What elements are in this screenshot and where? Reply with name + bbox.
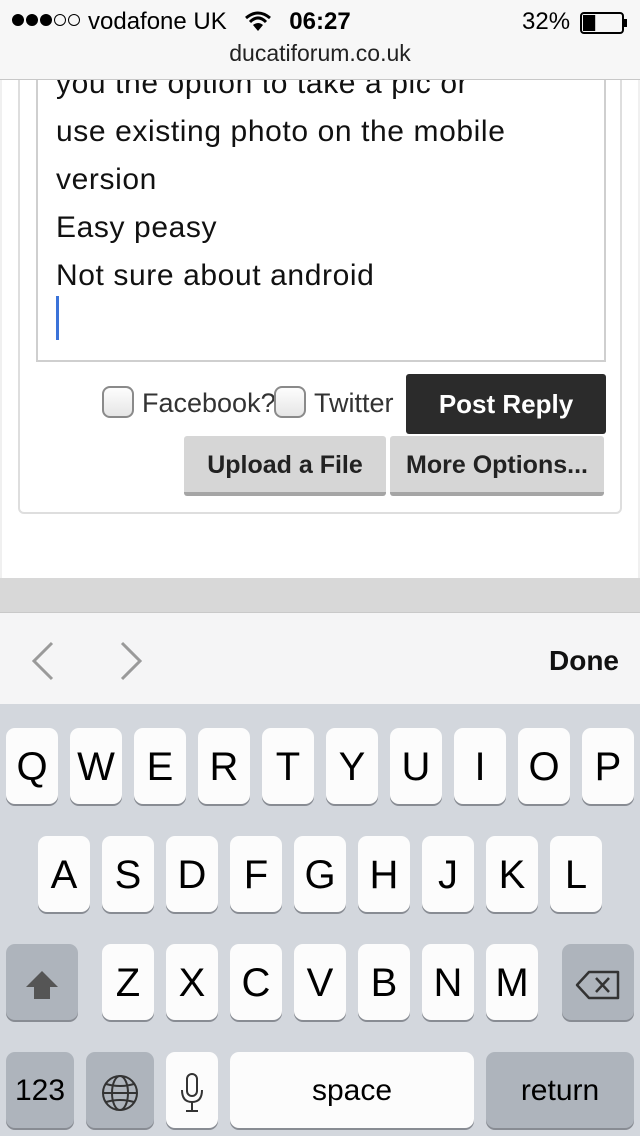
reply-text: you the option to take a pic or use exis… xyxy=(56,80,601,300)
key-p[interactable]: P xyxy=(582,728,634,804)
chevron-left-icon[interactable] xyxy=(24,639,64,683)
key-o[interactable]: O xyxy=(518,728,570,804)
key-e[interactable]: E xyxy=(134,728,186,804)
key-q[interactable]: Q xyxy=(6,728,58,804)
key-z[interactable]: Z xyxy=(102,944,154,1020)
reply-textarea[interactable]: you the option to take a pic or use exis… xyxy=(36,80,606,362)
web-page: you the option to take a pic or use exis… xyxy=(0,80,640,578)
key-a[interactable]: A xyxy=(38,836,90,912)
return-key[interactable]: return xyxy=(486,1052,634,1128)
key-k[interactable]: K xyxy=(486,836,538,912)
globe-icon xyxy=(102,1075,138,1112)
microphone-icon xyxy=(181,1073,203,1113)
status-bar: vodafone UK 06:27 32% ducatiforum.co.uk xyxy=(0,0,640,80)
space-key[interactable]: space xyxy=(230,1052,474,1128)
globe-key[interactable] xyxy=(86,1052,154,1128)
microphone-key[interactable] xyxy=(166,1052,218,1128)
key-y[interactable]: Y xyxy=(326,728,378,804)
key-u[interactable]: U xyxy=(390,728,442,804)
key-f[interactable]: F xyxy=(230,836,282,912)
shift-key[interactable] xyxy=(6,944,78,1020)
key-r[interactable]: R xyxy=(198,728,250,804)
post-reply-button[interactable]: Post Reply xyxy=(406,374,606,434)
upload-file-button[interactable]: Upload a File xyxy=(184,436,386,496)
done-button[interactable]: Done xyxy=(549,645,619,677)
more-options-button[interactable]: More Options... xyxy=(390,436,604,496)
reply-text-line: you the option to take a pic or xyxy=(56,80,469,100)
key-b[interactable]: B xyxy=(358,944,410,1020)
reply-text-line: version xyxy=(56,163,157,196)
numbers-key[interactable]: 123 xyxy=(6,1052,74,1128)
on-screen-keyboard: Q W E R T Y U I O P A S D F G H J K L Z … xyxy=(0,704,640,1136)
key-h[interactable]: H xyxy=(358,836,410,912)
key-i[interactable]: I xyxy=(454,728,506,804)
page-body: you the option to take a pic or use exis… xyxy=(2,80,638,578)
address-bar-url[interactable]: ducatiforum.co.uk xyxy=(0,40,640,67)
key-w[interactable]: W xyxy=(70,728,122,804)
key-v[interactable]: V xyxy=(294,944,346,1020)
key-n[interactable]: N xyxy=(422,944,474,1020)
twitter-label: Twitter xyxy=(314,388,394,418)
delete-icon xyxy=(575,971,620,1000)
delete-key[interactable] xyxy=(562,944,634,1020)
chevron-right-icon[interactable] xyxy=(110,639,150,683)
key-j[interactable]: J xyxy=(422,836,474,912)
key-t[interactable]: T xyxy=(262,728,314,804)
keyboard-accessory-bar: Done xyxy=(0,612,640,704)
reply-text-line: Not sure about android xyxy=(56,259,375,292)
text-caret xyxy=(56,296,59,340)
battery-percent: 32% xyxy=(522,8,571,35)
twitter-checkbox[interactable] xyxy=(274,386,306,418)
reply-text-line: Easy peasy xyxy=(56,211,218,244)
key-g[interactable]: G xyxy=(294,836,346,912)
key-x[interactable]: X xyxy=(166,944,218,1020)
battery-icon xyxy=(580,12,627,34)
key-d[interactable]: D xyxy=(166,836,218,912)
key-s[interactable]: S xyxy=(102,836,154,912)
key-c[interactable]: C xyxy=(230,944,282,1020)
key-m[interactable]: M xyxy=(486,944,538,1020)
facebook-label: Facebook? xyxy=(142,388,276,418)
shift-icon xyxy=(26,971,58,1000)
facebook-checkbox[interactable] xyxy=(102,386,134,418)
key-l[interactable]: L xyxy=(550,836,602,912)
reply-text-line: use existing photo on the mobile xyxy=(56,115,506,148)
